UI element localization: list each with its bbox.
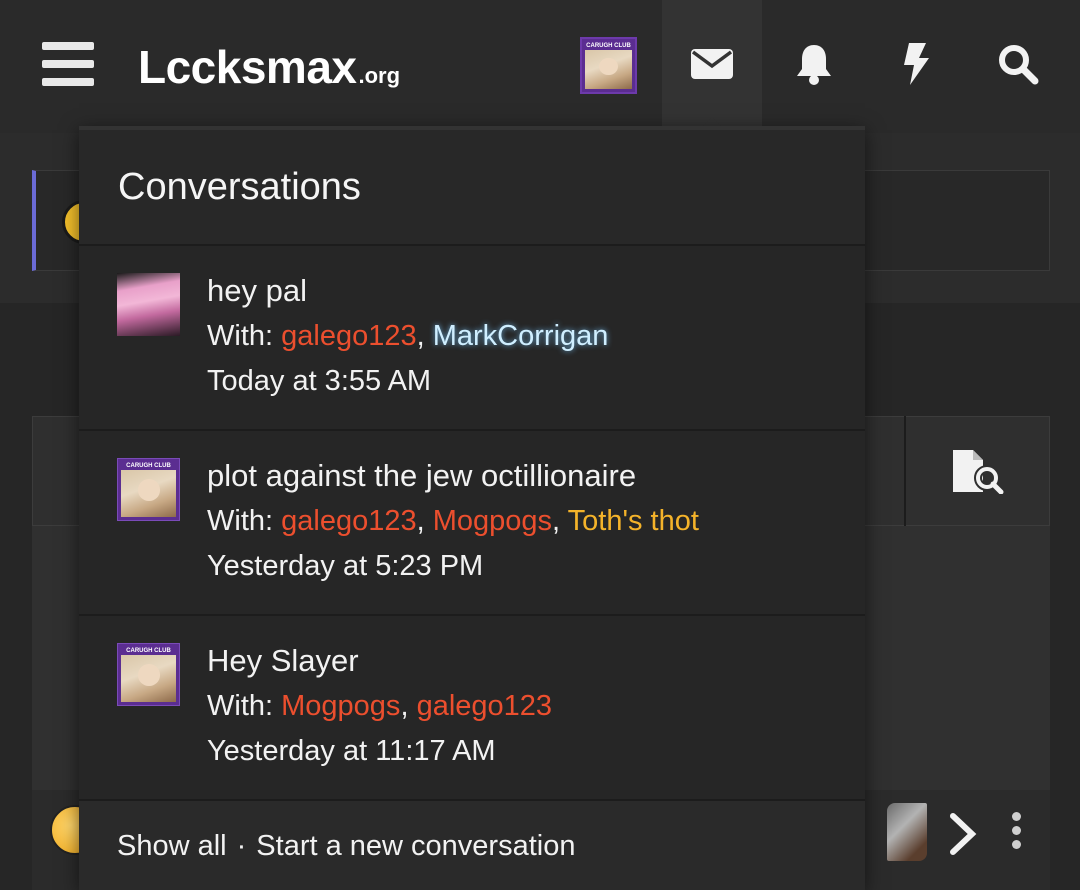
conversation-avatar: CARUGH CLUB xyxy=(117,458,180,521)
conversation-item[interactable]: CARUGH CLUB Hey Slayer With: Mogpogs, ga… xyxy=(79,616,865,801)
search-button[interactable] xyxy=(968,0,1068,127)
conversation-title[interactable]: hey pal xyxy=(207,271,608,311)
with-label: With: xyxy=(207,320,274,352)
bell-icon xyxy=(797,44,831,85)
site-logo[interactable]: Lccksmax .org xyxy=(138,40,401,93)
participant-link[interactable]: Mogpogs xyxy=(433,505,552,537)
avatar-label: CARUGH CLUB xyxy=(586,43,631,49)
conversations-dropdown: Conversations hey pal With: galego123, M… xyxy=(79,126,865,890)
conversation-title[interactable]: plot against the jew octillionaire xyxy=(207,456,699,496)
conversations-button[interactable] xyxy=(662,0,762,133)
with-label: With: xyxy=(207,505,274,537)
top-nav-bar: Lccksmax .org CARUGH CLUB xyxy=(0,0,1080,133)
bolt-icon xyxy=(904,42,929,85)
conversation-date: Yesterday at 11:17 AM xyxy=(207,735,496,767)
avatar-label: CARUGH CLUB xyxy=(126,648,171,654)
participant-link[interactable]: galego123 xyxy=(281,320,416,352)
dropdown-footer: Show all · Start a new conversation xyxy=(79,801,865,890)
conversation-participants: With: Mogpogs, galego123 xyxy=(207,690,553,722)
conversation-avatar: CARUGH CLUB xyxy=(117,643,180,706)
conversation-participants: With: galego123, MarkCorrigan xyxy=(207,320,609,352)
chevron-right-icon[interactable] xyxy=(948,812,978,861)
user-thumbnail[interactable] xyxy=(887,803,927,861)
search-icon xyxy=(999,44,1039,84)
participant-link[interactable]: Mogpogs xyxy=(281,690,400,722)
search-document-icon xyxy=(953,450,1004,494)
start-conversation-link[interactable]: Start a new conversation xyxy=(256,830,575,863)
participant-link[interactable]: Toth's thot xyxy=(568,505,699,537)
envelope-icon xyxy=(691,48,733,79)
show-all-link[interactable]: Show all xyxy=(117,830,227,863)
avatar-photo xyxy=(585,50,632,89)
conversation-date: Yesterday at 5:23 PM xyxy=(207,550,484,582)
footer-separator: · xyxy=(236,829,247,862)
participant-link[interactable]: galego123 xyxy=(417,690,552,722)
logo-tld: .org xyxy=(358,63,401,88)
conversation-title[interactable]: Hey Slayer xyxy=(207,641,552,681)
avatar-photo xyxy=(121,470,176,517)
more-options-icon[interactable] xyxy=(1012,812,1022,854)
conversation-item[interactable]: CARUGH CLUB plot against the jew octilli… xyxy=(79,431,865,616)
alerts-button[interactable] xyxy=(764,0,864,127)
menu-icon[interactable] xyxy=(42,42,94,86)
logo-text: Lccksmax xyxy=(138,41,357,93)
dropdown-title: Conversations xyxy=(118,165,361,208)
whats-new-button[interactable] xyxy=(866,0,966,127)
conversation-participants: With: galego123, Mogpogs, Toth's thot xyxy=(207,505,699,537)
participant-link[interactable]: MarkCorrigan xyxy=(433,320,609,352)
conversation-date: Today at 3:55 AM xyxy=(207,365,432,397)
dropdown-header: Conversations xyxy=(79,126,865,246)
user-avatar[interactable]: CARUGH CLUB xyxy=(580,37,637,94)
conversation-avatar xyxy=(117,273,180,336)
participant-link[interactable]: galego123 xyxy=(281,505,416,537)
conversation-item[interactable]: hey pal With: galego123, MarkCorrigan To… xyxy=(79,246,865,431)
avatar-label: CARUGH CLUB xyxy=(126,463,171,469)
with-label: With: xyxy=(207,690,274,722)
avatar-photo xyxy=(121,655,176,702)
search-document-button[interactable] xyxy=(904,416,1050,526)
